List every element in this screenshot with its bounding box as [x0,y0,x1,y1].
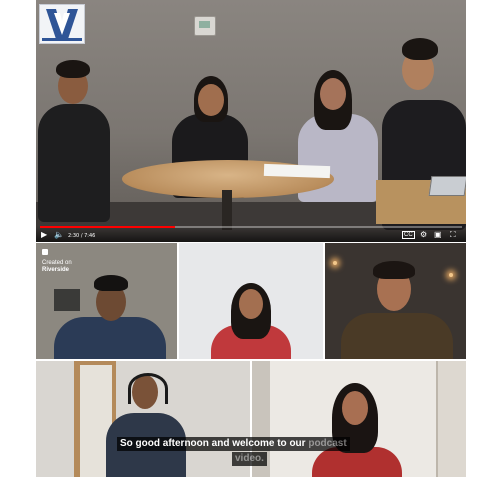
door-edge [436,361,466,477]
created-on-label: Created on [42,260,72,266]
fullscreen-icon[interactable]: ⛶ [450,230,456,240]
participant-tile-5 [252,361,466,477]
participant-1-hair [94,275,128,291]
play-icon[interactable]: ▶ [41,230,47,240]
caption-line-1-text: So good afternoon and welcome to our [120,438,306,449]
participant-2-head [239,289,263,319]
participant-3-body [341,313,453,359]
progress-bar[interactable] [40,226,462,228]
table-stem [222,190,232,230]
settings-icon[interactable]: ⚙ [420,230,427,240]
caption-line-1: So good afternoon and welcome to our pod… [117,437,350,451]
participant-tile-3 [325,243,466,359]
background-poster [54,289,80,311]
participant-tile-2 [179,243,323,359]
caption-line-1-pending: podcast [305,438,347,449]
caption-line-2: video. [232,452,267,466]
video-player[interactable]: ▶ 🔈 2:30 / 7:46 CC ⚙ ▣ ⛶ [36,0,466,242]
riverside-icon [42,249,48,255]
laptop [428,176,466,196]
background-light [449,273,453,277]
progress-bar-fill [40,226,176,228]
participant-3-hair [373,261,415,279]
riverside-watermark: Created on Riverside [42,249,72,274]
background-light [333,261,337,265]
miniplayer-icon[interactable]: ▣ [434,230,442,240]
riverside-brand: Riverside [42,267,70,273]
participant-tile-4 [36,361,250,477]
participant-tile-1: Created on Riverside [36,243,177,359]
volume-icon[interactable]: 🔈 [54,230,64,240]
participant-5-head [342,391,368,425]
channel-logo [39,4,85,44]
panelist-1 [36,58,116,228]
participant-1-body [54,317,166,359]
wall-thermostat [194,16,216,36]
headphones-icon [128,373,168,404]
captions-icon[interactable]: CC [402,231,415,239]
papers-on-table [263,163,331,179]
caption-line-2-pending: video. [235,453,264,464]
time-display: 2:30 / 7:46 [68,233,96,239]
